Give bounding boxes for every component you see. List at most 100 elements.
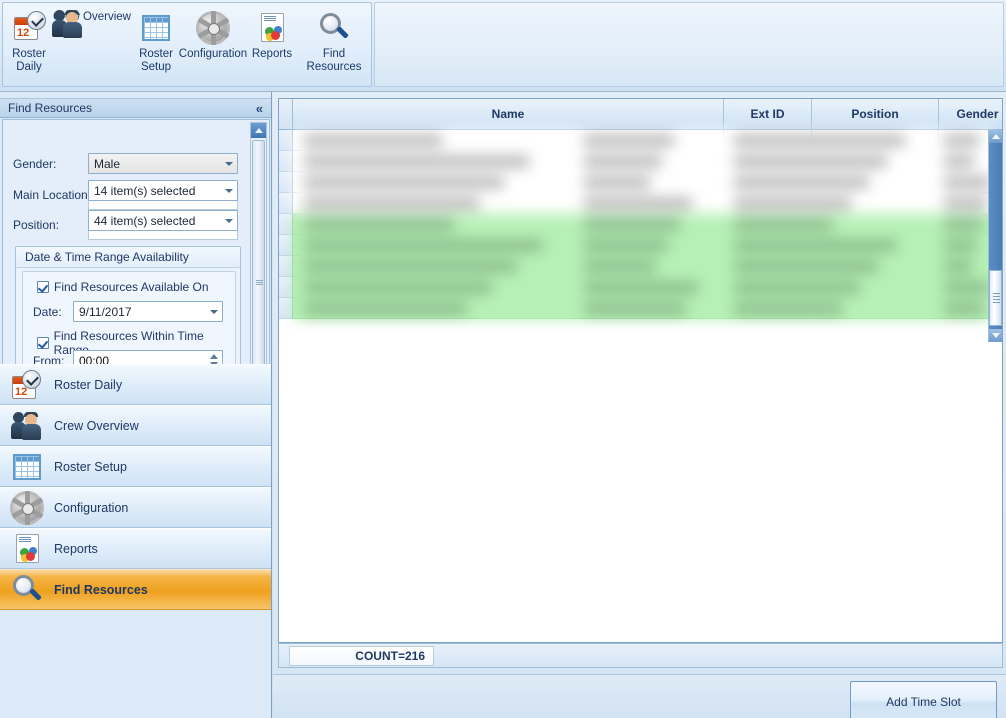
grid-vertical-scrollbar[interactable] <box>988 130 1002 342</box>
row-selector[interactable] <box>279 235 293 256</box>
table-cell-gender <box>939 130 990 151</box>
date-picker[interactable]: 9/11/2017 <box>73 301 223 322</box>
panel-header: Find Resources « <box>0 98 271 118</box>
panel-title: Find Resources <box>8 101 93 115</box>
table-cell-name <box>293 235 724 256</box>
position-select[interactable]: 44 item(s) selected <box>88 210 238 231</box>
row-selector[interactable] <box>279 193 293 214</box>
table-row[interactable]: Checked-InYes <box>279 298 990 319</box>
table-cell-name <box>293 172 724 193</box>
sidebar-item-roster-daily[interactable]: Roster Daily <box>0 364 271 405</box>
row-selector[interactable] <box>279 130 293 151</box>
add-time-slot-button[interactable]: Add Time Slot <box>850 681 997 718</box>
chevron-down-icon <box>210 310 218 314</box>
gear-icon <box>196 11 230 45</box>
left-panel: Find Resources « Gender: Male Main Locat… <box>0 92 272 718</box>
grid-column-header-gender[interactable]: Gender <box>939 99 1006 129</box>
table-cell-ext_id <box>724 298 812 319</box>
sidebar-item-label: Roster Daily <box>54 377 123 392</box>
table-row[interactable]: Checked-InYes <box>279 256 990 277</box>
table-cell-position <box>812 193 939 214</box>
table-row[interactable]: Checked-InNo <box>279 130 990 151</box>
row-selector[interactable] <box>279 277 293 298</box>
checkbox-label: Find Resources Available On <box>54 280 209 294</box>
row-header-corner <box>279 99 293 129</box>
reports-document-icon <box>255 11 289 45</box>
main-location-dropdown-strip <box>88 201 238 210</box>
table-cell-ext_id <box>724 172 812 193</box>
table-cell-gender <box>939 214 990 235</box>
table-cell-gender <box>939 172 990 193</box>
main-location-select[interactable]: 14 item(s) selected <box>88 180 238 201</box>
ribbon-button-roster-setup[interactable]: Roster Setup <box>134 7 178 83</box>
collapse-panel-icon[interactable]: « <box>256 101 263 116</box>
table-row[interactable]: Checked-InNo <box>279 172 990 193</box>
chevron-down-icon <box>225 189 233 193</box>
row-selector[interactable] <box>279 151 293 172</box>
gender-value: Male <box>94 156 121 171</box>
table-row[interactable]: Checked-InNo <box>279 151 990 172</box>
table-row[interactable]: Checked-InYes <box>279 214 990 235</box>
grid-table-icon <box>139 11 173 45</box>
table-cell-position <box>812 172 939 193</box>
table-cell-ext_id <box>724 277 812 298</box>
gear-icon <box>10 490 44 525</box>
grid-header-row: NameExt IDPositionGenderStatusSchedule C… <box>279 99 1002 130</box>
sidebar-item-reports[interactable]: Reports <box>0 528 271 569</box>
sidebar-item-label: Configuration <box>54 500 129 515</box>
grid-column-header-label: Position <box>851 107 899 121</box>
table-cell-name <box>293 214 724 235</box>
navigation-list: Roster Daily Crew Overview Roster Setup … <box>0 364 271 718</box>
ribbon-button-configuration[interactable]: Configuration <box>176 7 250 83</box>
ribbon-button-label: Configuration <box>178 48 248 60</box>
table-cell-name <box>293 256 724 277</box>
sidebar-item-label: Crew Overview <box>54 418 139 433</box>
table-cell-position <box>812 256 939 277</box>
scroll-up-icon[interactable] <box>989 130 1002 143</box>
sidebar-item-crew-overview[interactable]: Crew Overview <box>0 405 271 446</box>
ribbon-button-roster-daily[interactable]: Roster Daily <box>7 7 51 83</box>
ribbon-button-find-resources[interactable]: Find Resources <box>294 7 374 83</box>
resources-grid: NameExt IDPositionGenderStatusSchedule C… <box>278 98 1003 643</box>
row-selector[interactable] <box>279 256 293 277</box>
row-selector[interactable] <box>279 298 293 319</box>
table-row[interactable]: Checked-InYes <box>279 235 990 256</box>
calendar-clock-icon <box>12 11 46 45</box>
row-selector[interactable] <box>279 214 293 235</box>
table-row[interactable]: Checked-InYes <box>279 277 990 298</box>
table-cell-ext_id <box>724 214 812 235</box>
grid-table-icon <box>10 451 44 483</box>
ribbon-empty-area <box>374 2 1004 87</box>
sidebar-item-find-resources[interactable]: Find Resources <box>0 569 271 610</box>
table-row[interactable]: Checked-InNo <box>279 193 990 214</box>
magnifier-icon <box>10 574 44 606</box>
grid-column-header-name[interactable]: Name <box>293 99 724 129</box>
checkbox-find-resources-available-on[interactable]: Find Resources Available On <box>37 280 209 294</box>
ribbon-button-reports[interactable]: Reports <box>248 7 296 83</box>
ribbon-button-crew-overview[interactable]: Crew Overview <box>51 7 133 83</box>
table-cell-gender <box>939 193 990 214</box>
sidebar-item-label: Roster Setup <box>54 459 127 474</box>
table-cell-position <box>812 277 939 298</box>
table-cell-gender <box>939 151 990 172</box>
gender-select[interactable]: Male <box>88 153 238 174</box>
ribbon-button-label: Find Resources <box>306 48 362 73</box>
row-selector[interactable] <box>279 172 293 193</box>
sidebar-item-roster-setup[interactable]: Roster Setup <box>0 446 271 487</box>
sidebar-item-configuration[interactable]: Configuration <box>0 487 271 528</box>
grid-column-header-position[interactable]: Position <box>812 99 939 129</box>
table-cell-ext_id <box>724 256 812 277</box>
table-cell-ext_id <box>724 151 812 172</box>
grid-column-header-ext_id[interactable]: Ext ID <box>724 99 812 129</box>
action-bar: Add Time Slot <box>273 674 1006 718</box>
grid-column-header-label: Gender <box>956 107 999 121</box>
position-label: Position: <box>13 218 60 232</box>
crew-people-icon <box>52 10 84 38</box>
stepper-up-icon[interactable] <box>210 354 218 359</box>
main-content: NameExt IDPositionGenderStatusSchedule C… <box>273 92 1006 718</box>
main-location-label: Main Location: <box>13 188 92 202</box>
scrollbar-thumb[interactable] <box>989 270 1002 326</box>
chevron-down-icon <box>225 162 233 166</box>
scroll-up-icon[interactable] <box>251 123 266 138</box>
scroll-down-icon[interactable] <box>989 329 1002 342</box>
